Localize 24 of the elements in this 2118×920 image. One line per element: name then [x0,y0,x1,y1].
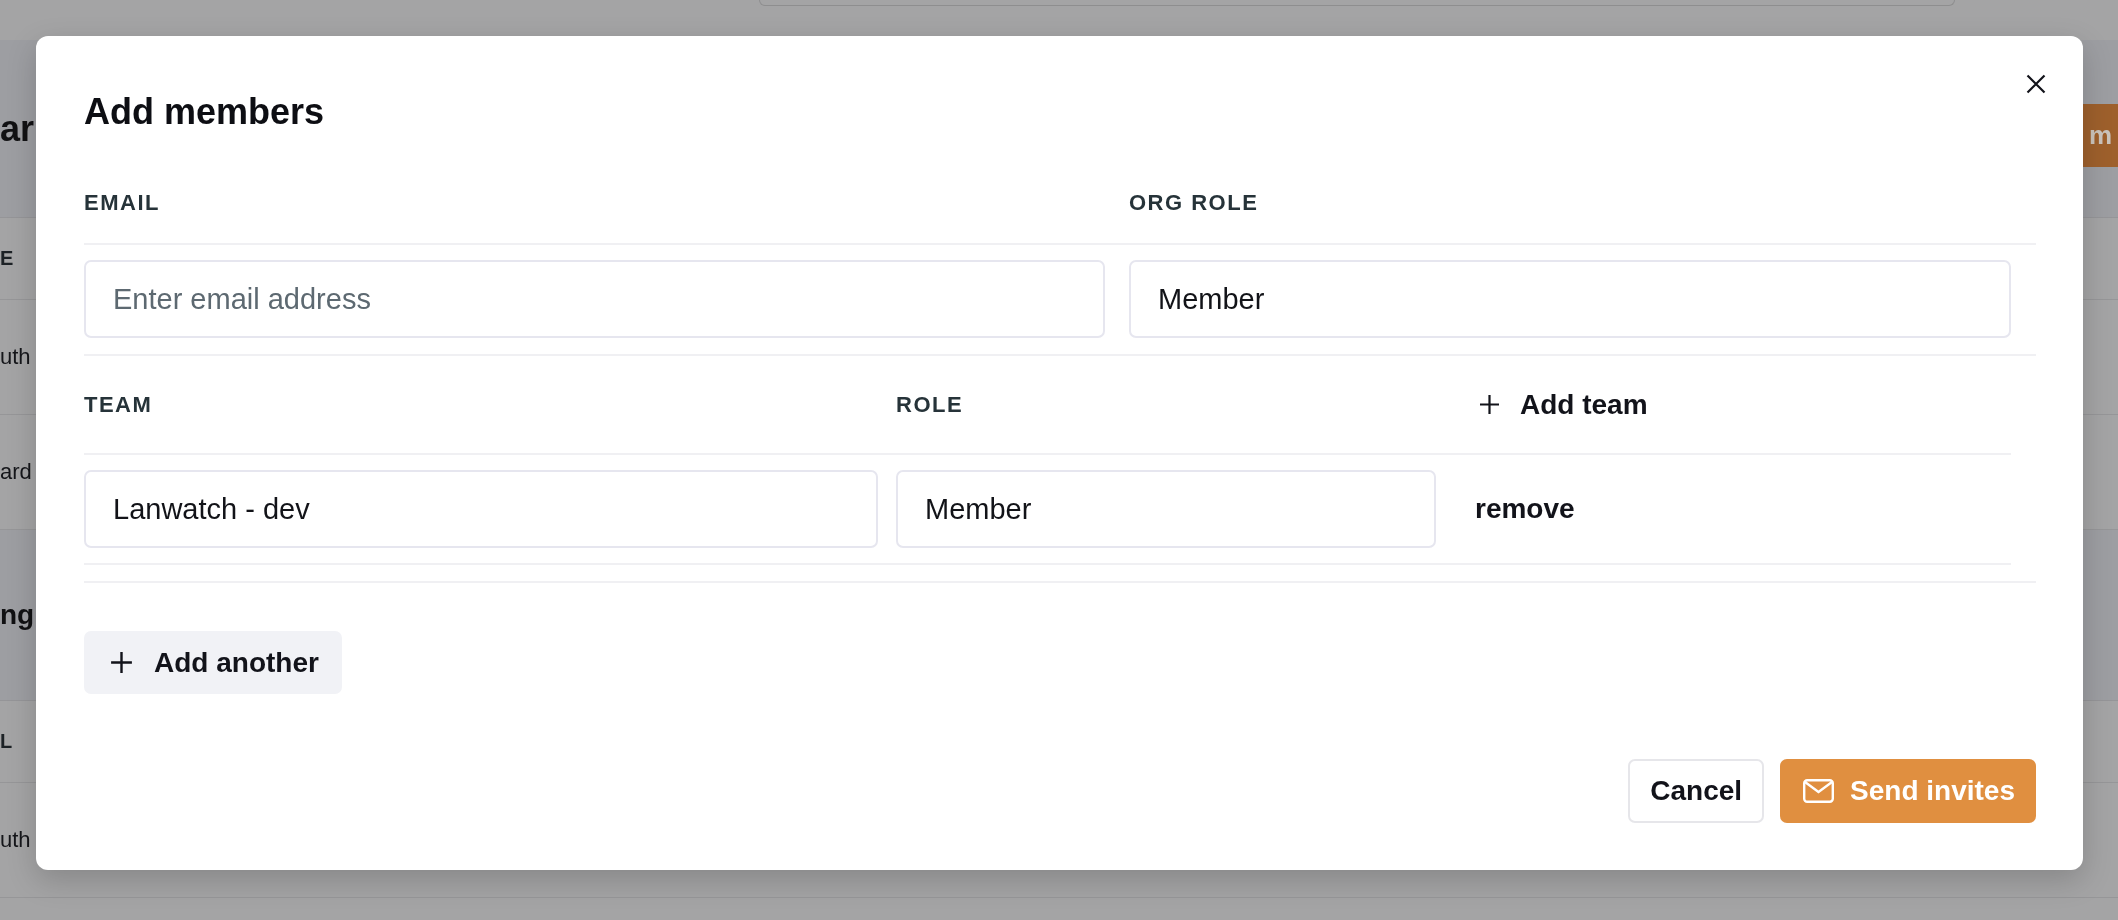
section-heading: ng [0,599,35,631]
column-header: E [0,247,14,270]
table-cell: uth [0,344,31,370]
dialog-title: Add members [84,90,325,134]
org-role-field[interactable]: Member [1129,260,2011,338]
column-label: TEAM [84,391,153,418]
role-field[interactable]: Member [896,470,1436,548]
envelope-icon [1803,779,1835,803]
plus-icon [110,651,133,674]
email-field[interactable]: Enter email address [84,260,1105,338]
add-another-button[interactable]: Add another [84,631,342,694]
page-title: ar [0,106,35,151]
close-icon[interactable] [2026,74,2046,94]
plus-icon [1479,394,1500,415]
table-cell: ard [0,459,32,485]
team-field[interactable]: Lanwatch - dev [84,470,878,548]
add-team-button[interactable]: Add team [1479,387,1648,422]
cancel-button[interactable]: Cancel [1628,759,1765,823]
column-header: L [0,730,13,753]
table-cell: uth [0,827,31,853]
remove-button[interactable]: remove [1475,492,1575,526]
column-label: ROLE [896,391,964,418]
column-label: EMAIL [84,190,160,216]
column-label: ORG ROLE [1129,190,1259,216]
